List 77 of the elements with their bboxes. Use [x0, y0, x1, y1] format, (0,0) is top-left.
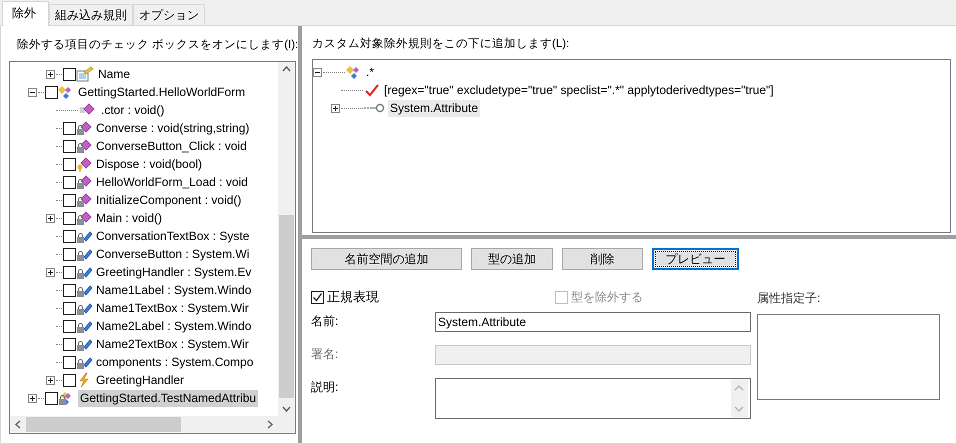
- checkbox[interactable]: [63, 266, 76, 278]
- tree-item[interactable]: ConversationTextBox : Syste: [94, 228, 252, 244]
- tree-item[interactable]: Converse : void(string,string): [94, 120, 252, 136]
- vertical-scrollbar[interactable]: [278, 62, 295, 416]
- rules-caption: カスタム対象除外規則をこの下に追加します(L):: [311, 36, 570, 52]
- tree-item[interactable]: Name1Label : System.Windo: [94, 282, 254, 298]
- locked-method-icon: [76, 174, 92, 190]
- tree-item[interactable]: Name1TextBox : System.Wir: [94, 300, 251, 316]
- field-label: 説明:: [311, 379, 340, 396]
- collapse-icon[interactable]: [28, 88, 37, 96]
- tree-item[interactable]: GettingStarted.TestNamedAttribu: [78, 390, 258, 406]
- expand-icon[interactable]: [46, 268, 55, 276]
- tree-item[interactable]: ConverseButton_Click : void: [94, 138, 249, 154]
- tree-item[interactable]: [regex="true" excludetype="true" speclist=".*" applytoderivedtypes="true"]: [382, 82, 776, 98]
- locked-method-icon: [76, 120, 92, 136]
- field-label: 署名:: [311, 346, 340, 363]
- checkbox[interactable]: [63, 374, 76, 386]
- tree-item[interactable]: Main : void(): [94, 210, 164, 226]
- checkbox[interactable]: [63, 248, 76, 260]
- tree-item[interactable]: GreetingHandler: [94, 372, 186, 388]
- tree-item[interactable]: Dispose : void(bool): [94, 156, 204, 172]
- tree-item[interactable]: .*: [364, 64, 376, 80]
- button[interactable]: プレビュー: [652, 248, 739, 270]
- checkbox[interactable]: [63, 140, 76, 152]
- tree-item[interactable]: System.Attribute: [388, 100, 480, 116]
- tree-item[interactable]: HelloWorldForm_Load : void: [94, 174, 250, 190]
- expand-icon[interactable]: [28, 394, 37, 402]
- checkbox[interactable]: [63, 158, 76, 170]
- tab[interactable]: 組み込み規則: [49, 4, 133, 25]
- tree-item[interactable]: Name: [96, 66, 132, 82]
- field-label: 名前:: [311, 313, 340, 330]
- class-icon: [58, 84, 74, 100]
- tab[interactable]: 除外: [2, 1, 49, 26]
- checkbox[interactable]: [63, 338, 76, 350]
- property-icon: [76, 66, 94, 82]
- collapse-icon[interactable]: [313, 68, 322, 76]
- tree-item[interactable]: Name2TextBox : System.Wir: [94, 336, 251, 352]
- attributes-list[interactable]: [757, 314, 940, 400]
- checkbox-label: 型を除外する: [571, 288, 643, 306]
- checkbox[interactable]: [63, 302, 76, 314]
- checkbox[interactable]: [63, 320, 76, 332]
- key-method-icon: [76, 156, 92, 172]
- tree-item[interactable]: GreetingHandler : System.Ev: [94, 264, 254, 280]
- check-mark-icon: [364, 82, 380, 98]
- tree-item[interactable]: InitializeComponent : void(): [94, 192, 244, 208]
- checkbox[interactable]: [63, 284, 76, 296]
- tree-item[interactable]: ConverseButton : System.Wi: [94, 246, 252, 262]
- attributes-label: 属性指定子:: [757, 290, 822, 307]
- checkbox[interactable]: [63, 68, 76, 80]
- tree-item[interactable]: .ctor : void(): [99, 102, 166, 118]
- class-icon: [346, 64, 362, 80]
- tree-item[interactable]: components : System.Compo: [94, 354, 256, 370]
- checkbox[interactable]: [63, 356, 76, 368]
- tree-caption: 除外する項目のチェック ボックスをオンにします(I):: [16, 38, 298, 53]
- checkbox[interactable]: [63, 230, 76, 242]
- checkbox[interactable]: [63, 122, 76, 134]
- button[interactable]: 削除: [562, 248, 643, 270]
- expand-icon[interactable]: [46, 214, 55, 222]
- button[interactable]: 型の追加: [471, 248, 553, 270]
- checkbox[interactable]: [311, 290, 324, 304]
- tree-item[interactable]: GettingStarted.HelloWorldForm: [76, 84, 248, 100]
- checkbox[interactable]: [63, 176, 76, 188]
- checkbox[interactable]: [45, 392, 58, 404]
- locked-method-icon: [76, 192, 92, 208]
- checkbox[interactable]: [63, 194, 76, 206]
- locked-method-icon: [76, 210, 92, 226]
- checkbox[interactable]: [63, 212, 76, 224]
- input-field[interactable]: System.Attribute: [435, 312, 751, 332]
- expand-icon[interactable]: [46, 70, 55, 78]
- expand-icon[interactable]: [331, 104, 340, 112]
- expand-icon[interactable]: [46, 376, 55, 384]
- tree-item[interactable]: Name2Label : System.Windo: [94, 318, 254, 334]
- checkbox-label: 正規表現: [327, 288, 379, 306]
- button[interactable]: 名前空間の追加: [311, 248, 462, 270]
- tab[interactable]: オプション: [133, 4, 205, 25]
- checkbox[interactable]: [45, 86, 58, 98]
- locked-method-icon: [76, 138, 92, 154]
